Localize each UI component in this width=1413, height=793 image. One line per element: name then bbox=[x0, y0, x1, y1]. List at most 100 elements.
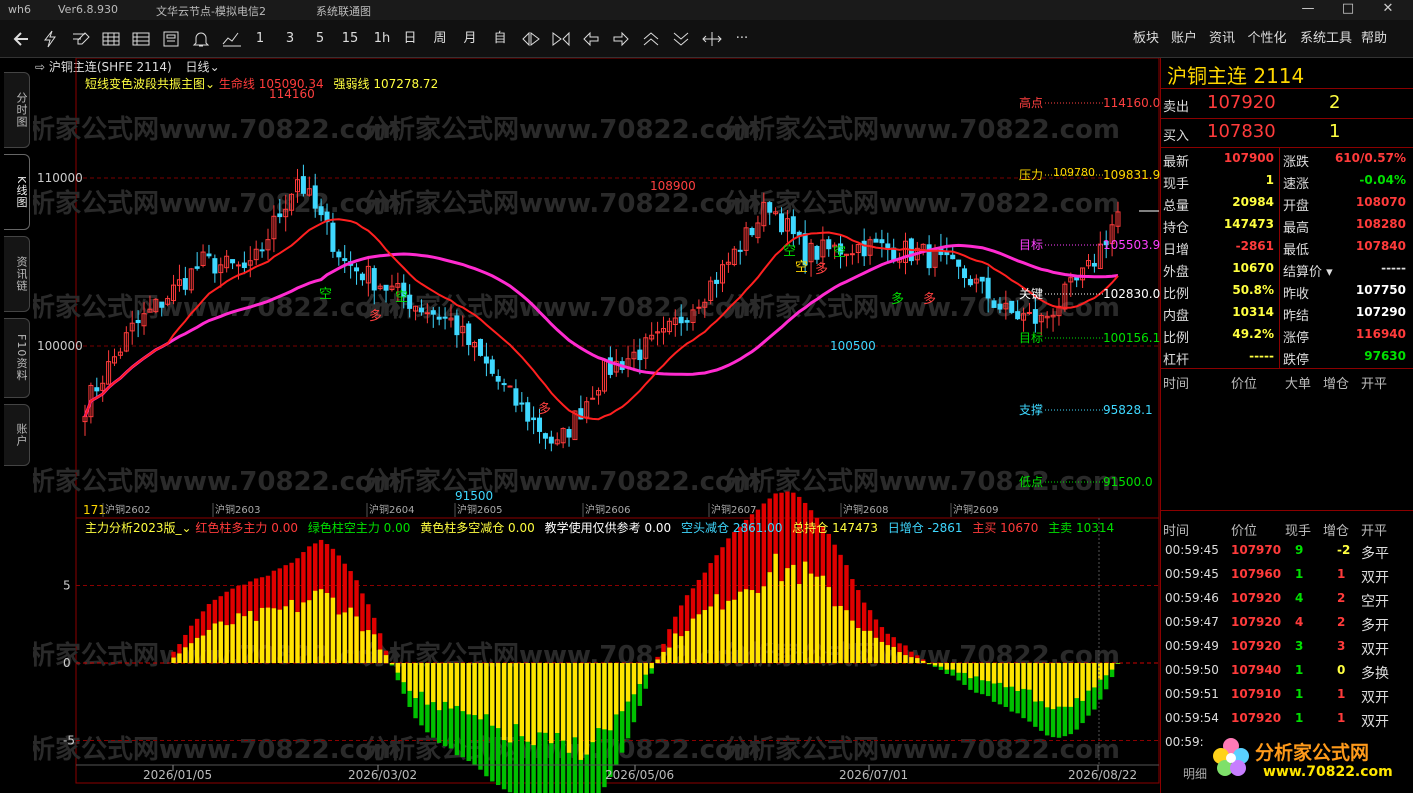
candle-body bbox=[159, 301, 165, 308]
tick-row[interactable]: 00:59:54 107920 1 1 双开 bbox=[1161, 708, 1413, 730]
period-custom[interactable]: 自 bbox=[490, 29, 510, 49]
volume-bar-inner bbox=[448, 663, 454, 709]
server-name: 文华云节点-模拟电信2 bbox=[156, 5, 266, 18]
tick-row[interactable]: 00:59:51 107910 1 1 双开 bbox=[1161, 684, 1413, 706]
signal-label: 空 bbox=[395, 290, 408, 305]
volume-bar-inner bbox=[614, 663, 619, 715]
quote-row: 内盘 10314 昨结 107290 bbox=[1163, 305, 1406, 324]
volume-bar-inner bbox=[637, 663, 643, 684]
period-1h[interactable]: 1h bbox=[370, 29, 394, 49]
period-3m[interactable]: 3 bbox=[280, 29, 300, 49]
volume-bar-inner bbox=[572, 663, 578, 738]
tab-account[interactable]: 账户 bbox=[4, 404, 30, 466]
more-button[interactable]: ··· bbox=[730, 29, 754, 49]
volume-bar-inner bbox=[478, 663, 483, 720]
maximize-button[interactable]: □ bbox=[1331, 0, 1365, 20]
candle-body bbox=[826, 239, 832, 250]
period-5m[interactable]: 5 bbox=[310, 29, 330, 49]
volume-bar-inner bbox=[283, 606, 288, 663]
volume-bar-inner bbox=[891, 646, 896, 663]
menu-personalize[interactable]: 个性化 bbox=[1245, 29, 1289, 49]
period-day[interactable]: 日 bbox=[400, 29, 420, 49]
watermark-text: 分析家公式网www.70822.com bbox=[363, 188, 760, 219]
menu-system-tools[interactable]: 系统工具 bbox=[1297, 29, 1355, 49]
logo-url: www.70822.com bbox=[1263, 764, 1393, 780]
arrow-left-icon[interactable] bbox=[582, 31, 600, 47]
arrow-right-icon[interactable] bbox=[612, 31, 630, 47]
sub-dropdown-icon[interactable]: ⌄ bbox=[182, 521, 196, 535]
grid-icon[interactable] bbox=[102, 31, 120, 47]
period-week[interactable]: 周 bbox=[430, 29, 450, 49]
tab-f10[interactable]: F10资料 bbox=[4, 318, 30, 398]
tab-news-chain[interactable]: 资讯链 bbox=[4, 236, 30, 312]
window-icon[interactable] bbox=[162, 30, 180, 48]
chevron-up-icon[interactable] bbox=[642, 31, 660, 47]
draw-icon[interactable] bbox=[72, 31, 90, 47]
chevron-down-icon[interactable] bbox=[672, 31, 690, 47]
volume-bar-inner bbox=[531, 663, 536, 746]
period-month[interactable]: 月 bbox=[460, 29, 480, 49]
period-1m[interactable]: 1 bbox=[250, 29, 270, 49]
sub-indicator-name[interactable]: 主力分析2023版_ bbox=[85, 521, 182, 535]
sell-volume: 2 bbox=[1329, 92, 1341, 113]
price-annotation: 108900 bbox=[650, 179, 696, 193]
candle-body bbox=[477, 338, 483, 356]
signal-label: 多 bbox=[891, 291, 904, 307]
flash-icon[interactable] bbox=[42, 30, 58, 48]
volume-bar-inner bbox=[289, 599, 294, 663]
candle-body bbox=[1015, 311, 1021, 320]
tick-row[interactable]: 00:59:50 107940 1 0 多换 bbox=[1161, 660, 1413, 682]
volume-bar-inner bbox=[584, 663, 589, 755]
sub-item: 主卖 10314 bbox=[1048, 521, 1115, 535]
quote-row: 总量 20984 开盘 108070 bbox=[1163, 195, 1406, 214]
price-annotation: 171 bbox=[83, 503, 106, 517]
menu-news[interactable]: 资讯 bbox=[1207, 29, 1237, 49]
volume-bar-inner bbox=[1027, 663, 1032, 690]
candle-body bbox=[342, 258, 348, 262]
volume-bar-inner bbox=[797, 584, 802, 663]
diamond-right-icon[interactable] bbox=[552, 31, 570, 47]
back-icon[interactable] bbox=[12, 30, 32, 48]
sub-item: 红色柱多主力 0.00 bbox=[195, 521, 298, 535]
close-button[interactable]: ✕ bbox=[1371, 0, 1405, 20]
level-name: 低点 bbox=[1019, 475, 1043, 489]
volume-bar-inner bbox=[224, 625, 229, 663]
candle-body bbox=[336, 251, 342, 258]
tick-row[interactable]: 00:59:49 107920 3 3 双开 bbox=[1161, 636, 1413, 658]
tick-row[interactable]: 00:59:45 107960 1 1 双开 bbox=[1161, 564, 1413, 586]
menu-sector[interactable]: 板块 bbox=[1131, 29, 1161, 49]
diamond-left-icon[interactable] bbox=[522, 31, 540, 47]
sub-y-label: -5 bbox=[63, 734, 75, 748]
volume-bar-inner bbox=[950, 663, 955, 670]
volume-bar-inner bbox=[625, 663, 631, 702]
volume-bar-inner bbox=[442, 663, 448, 702]
detail-tab[interactable]: 明细 bbox=[1183, 765, 1207, 782]
volume-bar-inner bbox=[383, 655, 389, 663]
tab-kline[interactable]: K线图 bbox=[4, 154, 30, 230]
tick-row[interactable]: 00:59:47 107920 4 2 多开 bbox=[1161, 612, 1413, 634]
candle-body bbox=[861, 240, 867, 257]
network-notice[interactable]: 系统联通图 bbox=[316, 3, 371, 19]
line-icon[interactable] bbox=[222, 31, 242, 47]
tick-row[interactable]: 00:59:46 107920 4 2 空开 bbox=[1161, 588, 1413, 610]
period-15m[interactable]: 15 bbox=[338, 29, 362, 49]
volume-bar-inner bbox=[684, 631, 690, 663]
menu-help[interactable]: 帮助 bbox=[1359, 29, 1389, 49]
menu-account[interactable]: 账户 bbox=[1169, 29, 1199, 49]
volume-bar-inner bbox=[484, 663, 489, 715]
watermark-text: 分析家公式网www.70822.com bbox=[363, 114, 760, 145]
volume-bar-inner bbox=[171, 657, 176, 663]
tab-timeshare[interactable]: 分时图 bbox=[4, 72, 30, 148]
volume-bar-inner bbox=[808, 573, 814, 663]
contract-label: 沪铜2604 bbox=[369, 503, 414, 516]
quote-row: 现手 1 速涨 -0.04% bbox=[1163, 173, 1406, 192]
crosshair-icon[interactable] bbox=[702, 31, 722, 47]
minimize-button[interactable]: — bbox=[1291, 0, 1325, 20]
kline-chart[interactable]: 110000100000分析家公式网www.70822.com分析家公式网www… bbox=[33, 58, 1160, 793]
contract-label: 沪铜2608 bbox=[843, 503, 888, 516]
tick-row[interactable]: 00:59:45 107970 9 -2 多平 bbox=[1161, 540, 1413, 562]
bell-icon[interactable] bbox=[192, 30, 210, 48]
volume-bar-inner bbox=[838, 605, 843, 663]
list-icon[interactable] bbox=[132, 31, 150, 47]
volume-bar-inner bbox=[301, 602, 306, 663]
